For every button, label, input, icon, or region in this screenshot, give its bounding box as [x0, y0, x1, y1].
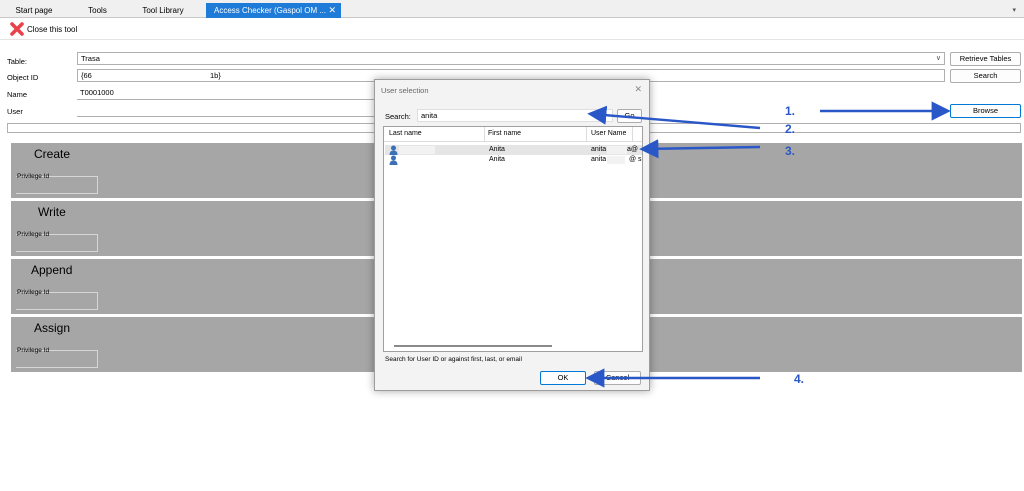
tab-access-checker[interactable]: Access Checker (Gaspol OM ... ✕ [206, 3, 341, 18]
user-icon [389, 155, 398, 165]
column-divider [632, 127, 633, 142]
tab-bar: Start page Tools Tool Library Access Che… [0, 0, 1024, 18]
column-divider [484, 127, 485, 142]
dialog-hint: Search for User ID or against first, las… [385, 356, 522, 363]
name-label: Name [7, 90, 28, 99]
redacted-mask [399, 146, 435, 154]
close-icon[interactable]: ✕ [634, 84, 642, 95]
first-name-cell: Anita [489, 146, 505, 153]
annotation-label: 2. [785, 122, 796, 136]
name-field: T0001000 [77, 87, 375, 100]
retrieve-tables-button[interactable]: Retrieve Tables [950, 52, 1021, 66]
list-header: Last name First name User Name [384, 127, 642, 142]
redacted-mask [607, 146, 627, 154]
chevron-down-icon: ∨ [935, 55, 941, 62]
table-row[interactable]: Anita anita @ s [385, 155, 642, 165]
horizontal-scrollbar[interactable] [394, 345, 552, 347]
tab-tool-library[interactable]: Tool Library [132, 3, 194, 18]
object-id-part2: 1b} [210, 71, 221, 80]
column-divider [586, 127, 587, 142]
user-name-cell: anita [591, 156, 607, 163]
table-select[interactable]: Trasa ∨ [77, 52, 945, 65]
privilege-title: Create [34, 147, 71, 161]
privilege-id-label: Privilege Id [17, 231, 50, 238]
first-name-cell: Anita [489, 156, 505, 163]
chevron-down-icon[interactable]: ▾ [1012, 6, 1016, 14]
annotation-label: 1. [785, 104, 796, 118]
user-name-tail: a@ [627, 146, 638, 153]
annotation-label: 3. [785, 144, 796, 158]
privilege-title: Append [31, 263, 73, 277]
search-label: Search: [385, 112, 411, 121]
object-id-part1: {66 [81, 71, 92, 80]
tab-tools[interactable]: Tools [70, 3, 125, 18]
user-name-cell: anita [591, 146, 607, 153]
user-icon [389, 145, 398, 155]
table-row[interactable]: Anita anita a@ [385, 145, 642, 155]
browse-button[interactable]: Browse [950, 104, 1021, 118]
table-select-value: Trasa [81, 54, 100, 63]
search-button[interactable]: Search [950, 69, 1021, 83]
object-id-label: Object ID [7, 73, 39, 82]
column-user-name[interactable]: User Name [591, 130, 626, 137]
close-icon[interactable]: ✕ [328, 3, 336, 18]
cancel-button[interactable]: Cancel [594, 371, 641, 385]
tab-access-checker-label: Access Checker (Gaspol OM ... [214, 6, 327, 15]
tab-start-page[interactable]: Start page [4, 3, 64, 18]
privilege-title: Write [38, 205, 66, 219]
close-tool-button[interactable]: Close this tool [10, 22, 77, 36]
privilege-title: Assign [34, 321, 71, 335]
redacted-mask [607, 156, 625, 164]
ok-button[interactable]: OK [540, 371, 586, 385]
column-last-name[interactable]: Last name [389, 130, 422, 137]
user-selection-dialog: User selection ✕ Search: anita Go Last n… [374, 79, 650, 391]
user-search-input[interactable]: anita [417, 109, 613, 122]
dialog-title: User selection [381, 86, 429, 95]
column-first-name[interactable]: First name [488, 130, 521, 137]
go-button[interactable]: Go [617, 109, 642, 123]
user-field [77, 104, 375, 117]
user-name-tail: @ s [629, 156, 642, 163]
privilege-id-label: Privilege Id [17, 289, 50, 296]
toolbar: Close this tool [0, 18, 1024, 40]
close-tool-label: Close this tool [27, 24, 78, 34]
table-label: Table: [7, 57, 28, 66]
user-label: User [7, 107, 23, 116]
red-x-icon [10, 22, 24, 36]
privilege-id-label: Privilege Id [17, 173, 50, 180]
user-list: Last name First name User Name Anita ani… [383, 126, 643, 352]
privilege-id-label: Privilege Id [17, 347, 50, 354]
annotation-label: 4. [794, 372, 805, 386]
